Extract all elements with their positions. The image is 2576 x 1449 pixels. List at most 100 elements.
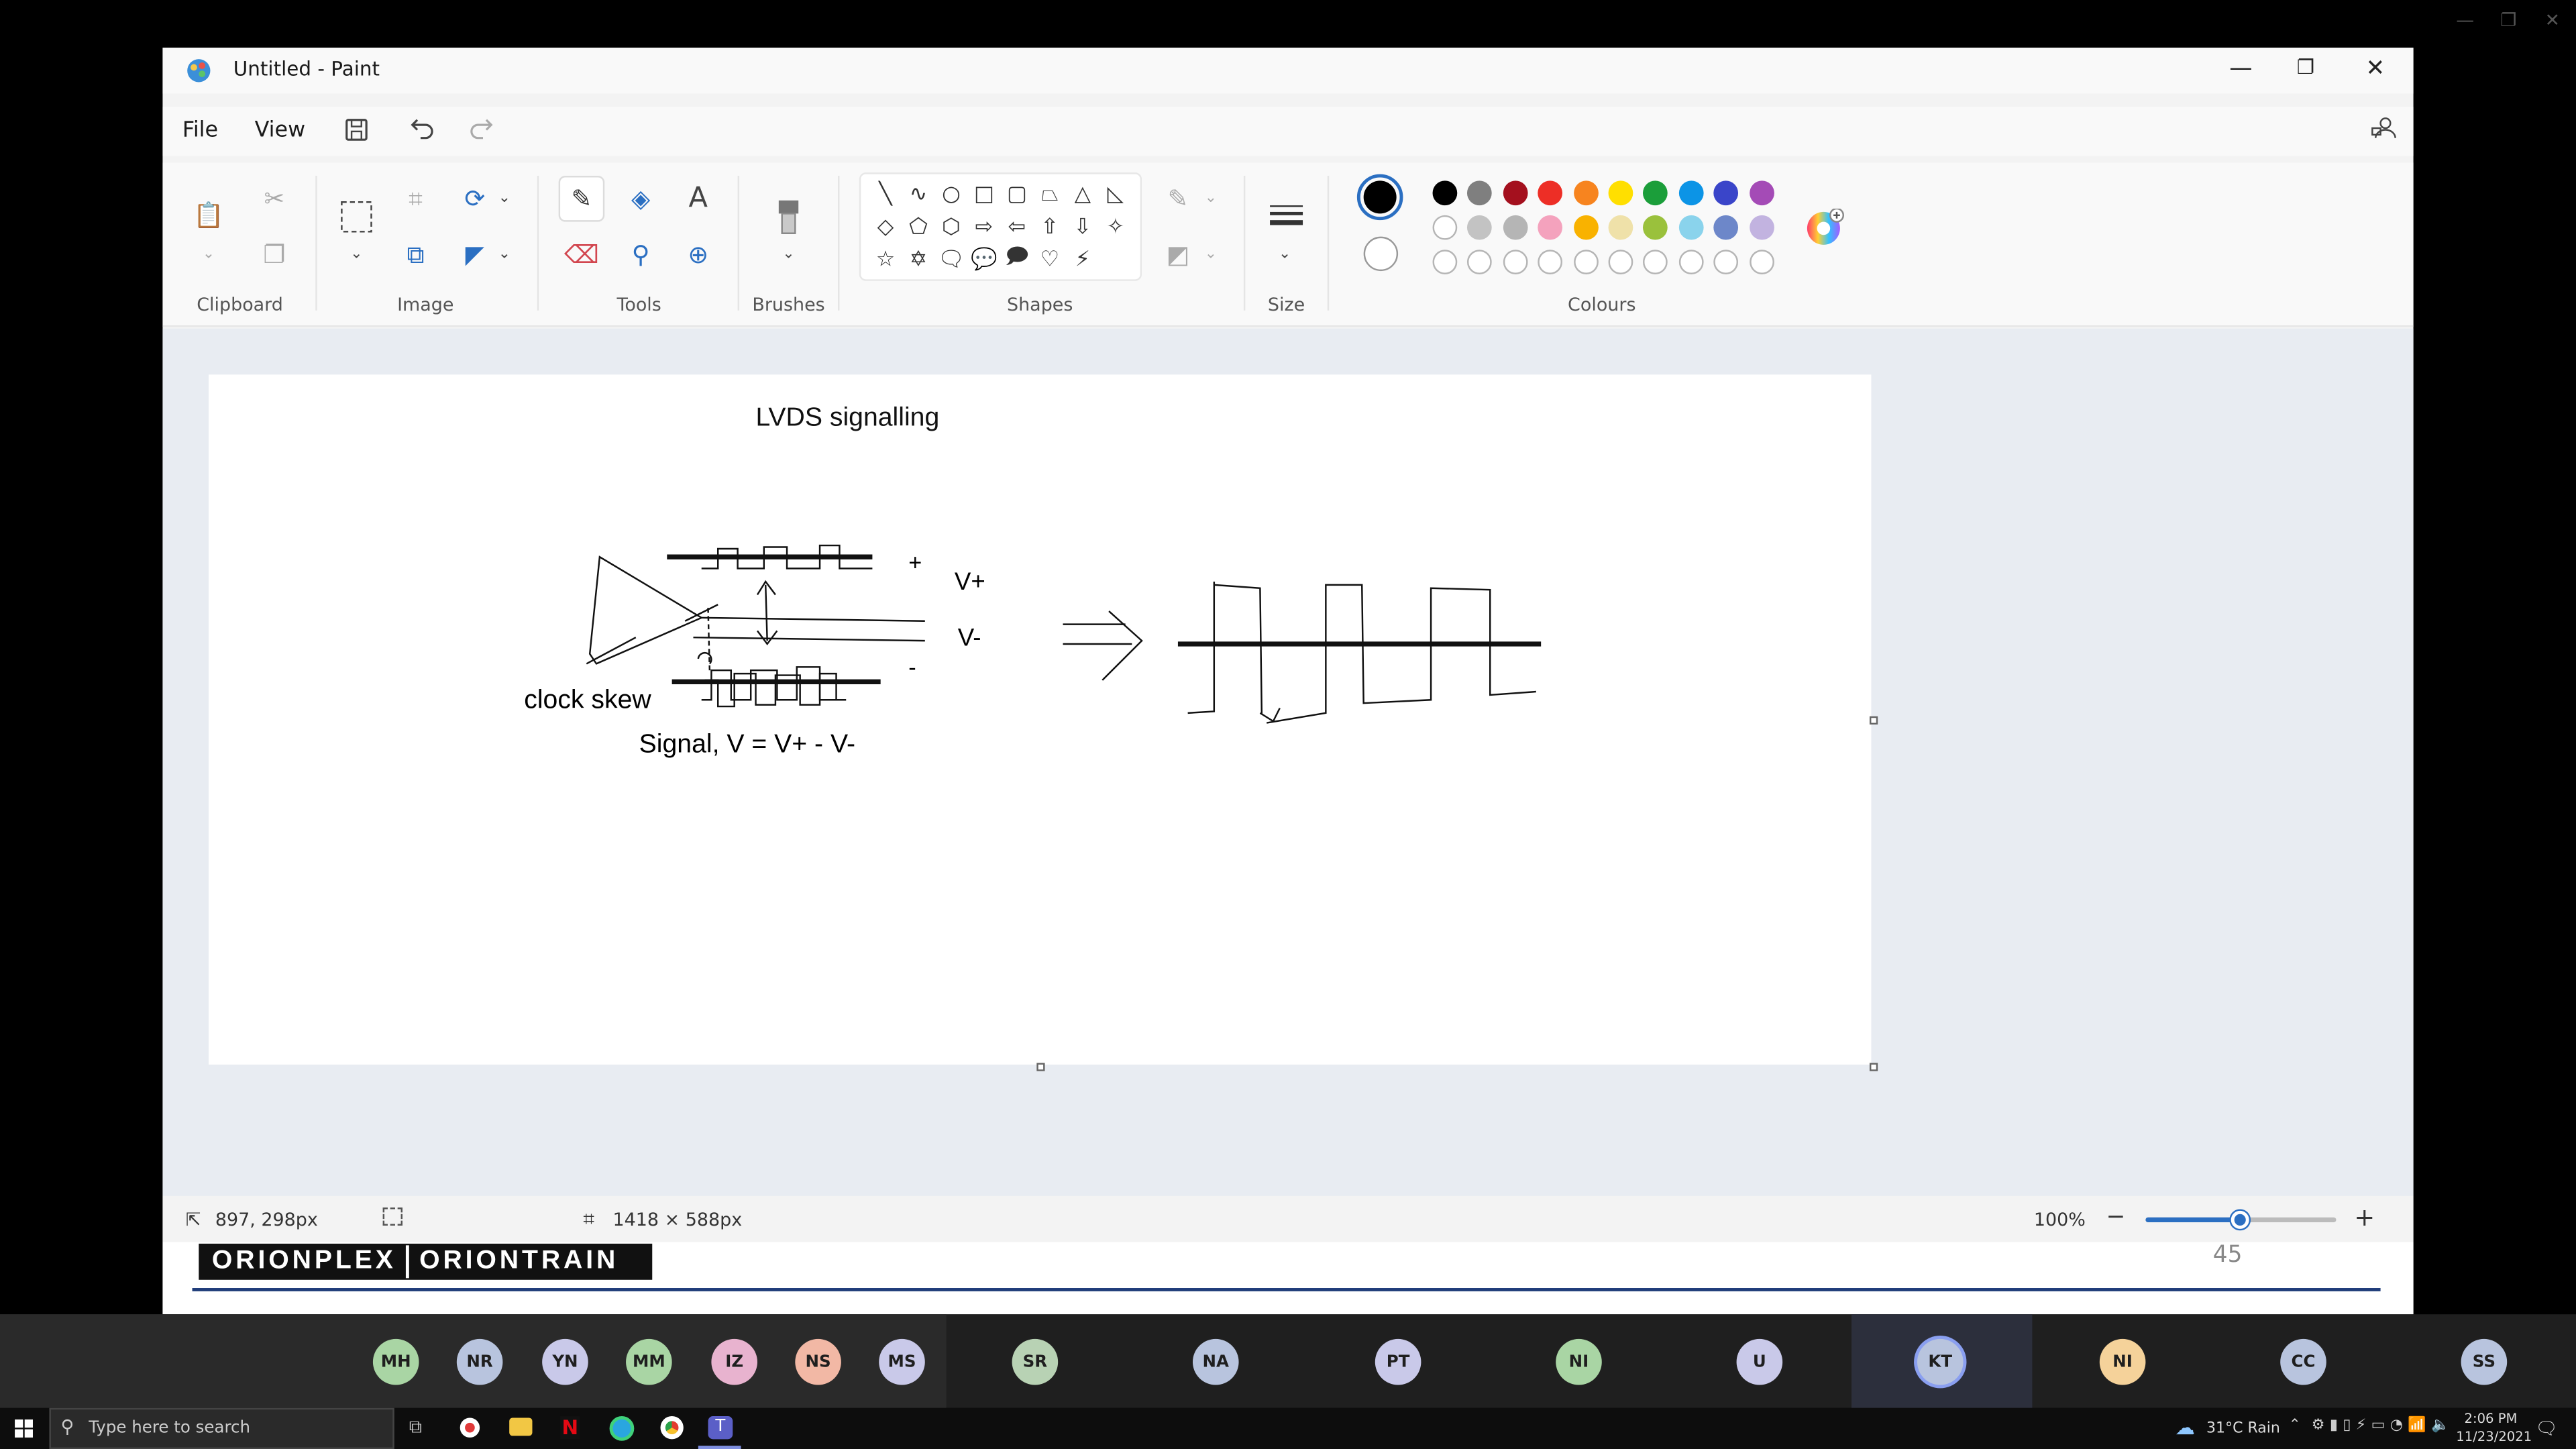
file-explorer-icon[interactable]	[509, 1417, 533, 1436]
participant-avatar[interactable]: NS	[795, 1338, 841, 1385]
triangle-shape-icon[interactable]: △	[1066, 177, 1099, 210]
curve-shape-icon[interactable]: ∿	[902, 177, 935, 210]
participant-avatar[interactable]: NI	[1556, 1338, 1602, 1385]
resize-handle-corner[interactable]	[1869, 1063, 1878, 1071]
teams-icon[interactable]: T	[708, 1416, 733, 1440]
menu-file[interactable]: File	[182, 118, 218, 143]
weather-text[interactable]: 31°C Rain	[2206, 1421, 2280, 1437]
resize-icon[interactable]: ⧉	[396, 235, 435, 274]
outline-dropdown-icon[interactable]: ⌄	[1191, 179, 1231, 219]
outer-minimize-icon[interactable]: —	[2456, 10, 2474, 32]
task-view-icon[interactable]: ⧉	[409, 1416, 422, 1439]
secondary-colour[interactable]	[1363, 236, 1399, 272]
stroke-size-icon[interactable]	[1269, 202, 1305, 231]
taskbar-time[interactable]: 2:06 PM	[2464, 1411, 2517, 1426]
magnifier-icon[interactable]: ⊕	[678, 235, 718, 274]
share-settings-icon[interactable]	[2371, 115, 2397, 141]
colour-swatch[interactable]	[1643, 180, 1668, 206]
participant-avatar[interactable]: NR	[456, 1338, 503, 1385]
colour-swatch[interactable]	[1749, 180, 1774, 206]
size-dropdown-icon[interactable]: ⌄	[1265, 235, 1305, 274]
zoom-in-icon[interactable]: +	[2354, 1203, 2375, 1232]
custom-colour-slot[interactable]	[1749, 250, 1774, 274]
custom-colour-slot[interactable]	[1678, 250, 1704, 274]
custom-colour-slot[interactable]	[1538, 250, 1563, 274]
participant-avatar[interactable]: MM	[626, 1338, 672, 1385]
five-point-star-shape-icon[interactable]: ☆	[869, 243, 902, 276]
cut-icon[interactable]: ✂	[255, 179, 294, 219]
up-arrow-shape-icon[interactable]: ⇧	[1033, 210, 1066, 243]
chrome-icon[interactable]	[660, 1416, 684, 1440]
oval-callout-shape-icon[interactable]: 💬	[967, 243, 1000, 276]
colour-swatch[interactable]	[1573, 215, 1598, 240]
diamond-shape-icon[interactable]: ◇	[869, 210, 902, 243]
custom-colour-slot[interactable]	[1608, 250, 1633, 274]
rounded-rectangle-shape-icon[interactable]: ▢	[1000, 177, 1033, 210]
colour-swatch[interactable]	[1503, 215, 1528, 240]
outer-close-icon[interactable]: ✕	[2545, 10, 2561, 32]
resize-handle-right[interactable]	[1869, 716, 1878, 725]
undo-icon[interactable]	[409, 115, 435, 141]
custom-colour-slot[interactable]	[1573, 250, 1598, 274]
colour-picker-icon[interactable]: ⚲	[621, 235, 661, 274]
colour-swatch[interactable]	[1573, 180, 1598, 206]
colour-swatch[interactable]	[1538, 180, 1563, 206]
menu-view[interactable]: View	[255, 118, 306, 143]
custom-colour-slot[interactable]	[1503, 250, 1528, 274]
zoom-out-icon[interactable]: −	[2106, 1204, 2126, 1230]
crop-icon[interactable]: ⌗	[396, 179, 435, 219]
notification-icon[interactable]: 🗨	[2535, 1417, 2558, 1439]
windows-start-icon[interactable]	[15, 1419, 34, 1439]
colour-swatch[interactable]	[1713, 215, 1739, 240]
colour-swatch[interactable]	[1713, 180, 1739, 206]
eraser-icon[interactable]: ⌫	[562, 235, 602, 274]
paste-icon[interactable]: 📋	[189, 195, 229, 235]
rectangle-shape-icon[interactable]: □	[967, 177, 1000, 210]
colour-swatch[interactable]	[1678, 215, 1704, 240]
right-triangle-shape-icon[interactable]: ◺	[1099, 177, 1132, 210]
participant-avatar[interactable]: U	[1736, 1338, 1783, 1385]
participant-avatar[interactable]: KT	[1917, 1338, 1964, 1385]
tray-icons[interactable]: ⚙▮▯⚡▭◔📶🔈	[2312, 1417, 2455, 1434]
polygon-shape-icon[interactable]: ⏢	[1033, 177, 1066, 210]
paste-dropdown-icon[interactable]: ⌄	[189, 235, 229, 274]
oval-shape-icon[interactable]: ○	[934, 177, 967, 210]
colour-swatch[interactable]	[1643, 215, 1668, 240]
colour-swatch[interactable]	[1749, 215, 1774, 240]
save-icon[interactable]	[343, 117, 370, 143]
colour-swatch[interactable]	[1467, 215, 1493, 240]
cloud-callout-shape-icon[interactable]: 🗩	[1000, 243, 1033, 276]
taskbar-date[interactable]: 11/23/2021	[2456, 1430, 2532, 1444]
colour-swatch[interactable]	[1432, 180, 1458, 206]
hexagon-shape-icon[interactable]: ⬡	[934, 210, 967, 243]
custom-colour-slot[interactable]	[1467, 250, 1493, 274]
resize-handle-bottom[interactable]	[1036, 1063, 1045, 1071]
drawing-canvas[interactable]: LVDS signalling + V+ V- - clock skew Sig…	[209, 374, 1872, 1065]
right-arrow-shape-icon[interactable]: ⇨	[967, 210, 1000, 243]
participant-avatar[interactable]: YN	[542, 1338, 588, 1385]
pencil-icon[interactable]: ✎	[558, 176, 605, 222]
pentagon-shape-icon[interactable]: ⬠	[902, 210, 935, 243]
zoom-slider[interactable]	[2145, 1210, 2337, 1229]
taskbar-search-box[interactable]: ⚲ Type here to search	[49, 1407, 394, 1449]
text-icon[interactable]: A	[678, 179, 718, 219]
colour-swatch[interactable]	[1432, 215, 1458, 240]
minimize-icon[interactable]: —	[2229, 56, 2252, 82]
primary-colour[interactable]	[1356, 174, 1403, 221]
participant-avatar[interactable]: MS	[879, 1338, 925, 1385]
colour-swatch[interactable]	[1538, 215, 1563, 240]
fill-icon[interactable]: ◈	[621, 179, 661, 219]
colour-swatch[interactable]	[1678, 180, 1704, 206]
select-dropdown-icon[interactable]: ⌄	[337, 235, 376, 274]
edit-colours-icon[interactable]	[1805, 209, 1845, 248]
recorder-app-icon[interactable]	[460, 1417, 480, 1438]
lightning-shape-icon[interactable]: ⚡	[1066, 243, 1099, 276]
participant-avatar[interactable]: CC	[2280, 1338, 2326, 1385]
copy-icon[interactable]: ❐	[255, 235, 294, 274]
left-arrow-shape-icon[interactable]: ⇦	[1000, 210, 1033, 243]
custom-colour-slot[interactable]	[1432, 250, 1458, 274]
colour-swatch[interactable]	[1608, 180, 1633, 206]
brush-icon[interactable]	[773, 199, 803, 238]
restore-icon[interactable]: ❐	[2297, 56, 2314, 78]
brush-dropdown-icon[interactable]: ⌄	[769, 235, 808, 274]
